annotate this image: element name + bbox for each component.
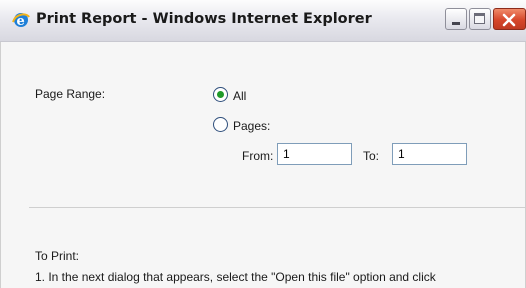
instruction-step-1: 1. In the next dialog that appears, sele…	[35, 270, 436, 284]
radio-pages-label[interactable]: Pages:	[233, 119, 270, 133]
minimize-icon	[452, 22, 460, 25]
close-icon	[502, 13, 516, 27]
to-label: To:	[363, 149, 380, 163]
radio-all-label[interactable]: All	[233, 89, 246, 103]
maximize-button[interactable]	[469, 8, 491, 30]
minimize-button[interactable]	[445, 8, 467, 30]
title-bar[interactable]: e Print Report - Windows Internet Explor…	[0, 0, 526, 42]
from-label: From:	[242, 149, 274, 163]
radio-selected-indicator	[217, 91, 224, 98]
maximize-icon	[474, 13, 485, 24]
page-range-label: Page Range:	[35, 87, 106, 101]
window-title: Print Report - Windows Internet Explorer	[36, 11, 372, 27]
to-page-input[interactable]	[392, 143, 467, 165]
instructions-heading: To Print:	[35, 249, 80, 263]
browser-window: e Print Report - Windows Internet Explor…	[0, 0, 526, 288]
internet-explorer-icon: e	[12, 13, 30, 29]
section-divider	[29, 207, 526, 208]
from-page-input[interactable]	[277, 143, 352, 165]
radio-all[interactable]	[213, 87, 228, 102]
close-button[interactable]	[493, 8, 526, 30]
print-options-panel: Page Range: All Pages: From: To: To Prin…	[0, 42, 526, 288]
radio-pages[interactable]	[213, 117, 228, 132]
